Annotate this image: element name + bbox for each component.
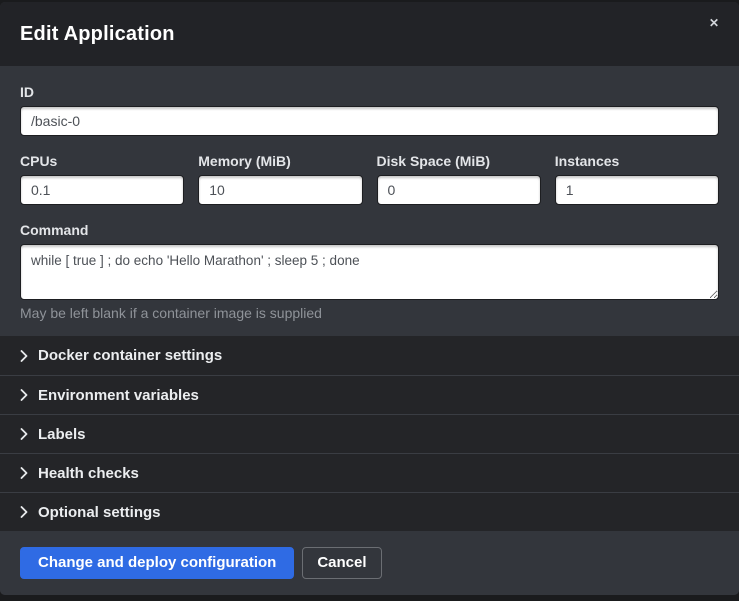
memory-label: Memory (MiB)	[198, 153, 362, 169]
id-field: ID	[20, 84, 719, 136]
section-labels[interactable]: Labels	[0, 414, 739, 453]
command-label: Command	[20, 222, 719, 238]
chevron-right-icon	[20, 428, 28, 440]
edit-application-form: ID CPUs Memory (MiB) Disk Space (MiB) In…	[0, 66, 739, 336]
section-label: Labels	[38, 426, 86, 443]
section-optional-settings[interactable]: Optional settings	[0, 492, 739, 531]
instances-input[interactable]	[555, 175, 719, 205]
chevron-right-icon	[20, 506, 28, 518]
change-and-deploy-button[interactable]: Change and deploy configuration	[20, 547, 294, 579]
close-button[interactable]: ✕	[705, 15, 723, 31]
command-field: Command while [ true ] ; do echo 'Hello …	[20, 222, 719, 321]
section-label: Environment variables	[38, 387, 199, 404]
cpus-field: CPUs	[20, 153, 184, 205]
id-input[interactable]	[20, 106, 719, 136]
section-docker-container-settings[interactable]: Docker container settings	[0, 336, 739, 375]
memory-field: Memory (MiB)	[198, 153, 362, 205]
chevron-right-icon	[20, 389, 28, 401]
disk-space-label: Disk Space (MiB)	[377, 153, 541, 169]
section-environment-variables[interactable]: Environment variables	[0, 375, 739, 414]
section-label: Health checks	[38, 465, 139, 482]
section-label: Docker container settings	[38, 347, 222, 364]
instances-field: Instances	[555, 153, 719, 205]
chevron-right-icon	[20, 350, 28, 362]
resource-fields-row: CPUs Memory (MiB) Disk Space (MiB) Insta…	[20, 153, 719, 205]
section-health-checks[interactable]: Health checks	[0, 453, 739, 492]
collapsible-sections: Docker container settings Environment va…	[0, 336, 739, 531]
modal-footer: Change and deploy configuration Cancel	[0, 531, 739, 595]
modal-title: Edit Application	[20, 23, 175, 46]
id-label: ID	[20, 84, 719, 100]
section-label: Optional settings	[38, 504, 161, 521]
edit-application-modal: Edit Application ✕ ID CPUs Memory (MiB) …	[0, 2, 739, 595]
command-help-text: May be left blank if a container image i…	[20, 305, 719, 321]
cpus-label: CPUs	[20, 153, 184, 169]
close-icon: ✕	[709, 16, 719, 30]
disk-space-field: Disk Space (MiB)	[377, 153, 541, 205]
command-textarea[interactable]: while [ true ] ; do echo 'Hello Marathon…	[20, 244, 719, 300]
memory-input[interactable]	[198, 175, 362, 205]
cancel-button[interactable]: Cancel	[302, 547, 381, 579]
cpus-input[interactable]	[20, 175, 184, 205]
disk-space-input[interactable]	[377, 175, 541, 205]
instances-label: Instances	[555, 153, 719, 169]
chevron-right-icon	[20, 467, 28, 479]
modal-header: Edit Application ✕	[0, 2, 739, 66]
